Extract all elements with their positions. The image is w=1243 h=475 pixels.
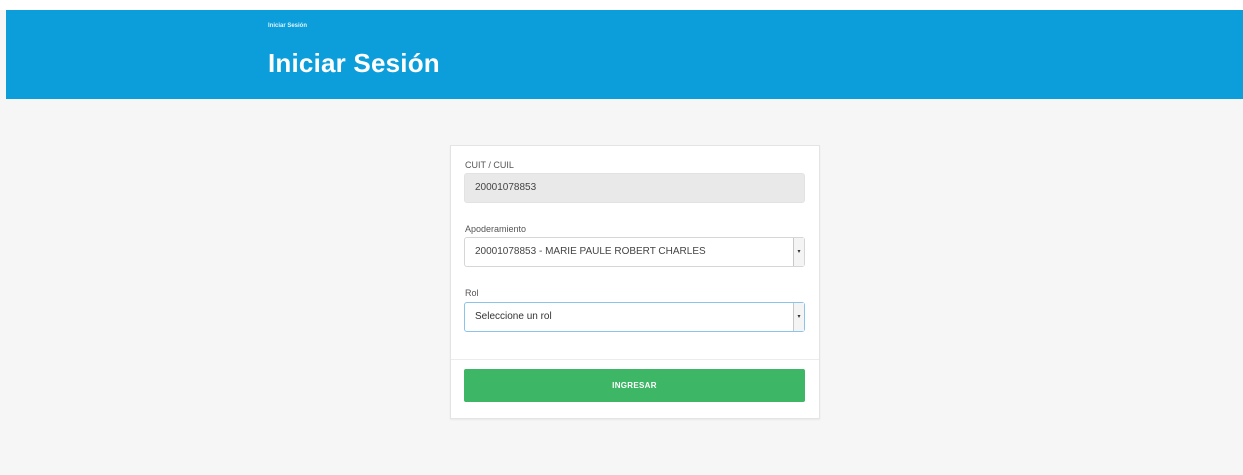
rol-value: Seleccione un rol (475, 311, 552, 322)
apoderamiento-label: Apoderamiento (465, 224, 527, 234)
apoderamiento-value: 20001078853 - MARIE PAULE ROBERT CHARLES (475, 246, 706, 257)
cuit-label: CUIT / CUIL (465, 160, 514, 170)
cuit-field: 20001078853 (464, 173, 805, 203)
apoderamiento-select[interactable]: 20001078853 - MARIE PAULE ROBERT CHARLES… (464, 237, 805, 267)
page-title: Iniciar Sesión (268, 48, 440, 78)
breadcrumb[interactable]: Iniciar Sesión (268, 23, 307, 29)
login-card: CUIT / CUIL 20001078853 Apoderamiento 20… (450, 145, 820, 419)
rol-select[interactable]: Seleccione un rol ▾ (464, 302, 805, 332)
ingresar-button[interactable]: INGRESAR (464, 369, 805, 402)
rol-label: Rol (465, 288, 479, 298)
chevron-down-icon[interactable]: ▾ (793, 238, 804, 266)
divider (451, 359, 819, 360)
cuit-value: 20001078853 (475, 182, 537, 193)
chevron-down-icon[interactable]: ▾ (793, 303, 804, 331)
page-header: Iniciar Sesión Iniciar Sesión (6, 10, 1243, 99)
top-strip (0, 0, 1243, 10)
